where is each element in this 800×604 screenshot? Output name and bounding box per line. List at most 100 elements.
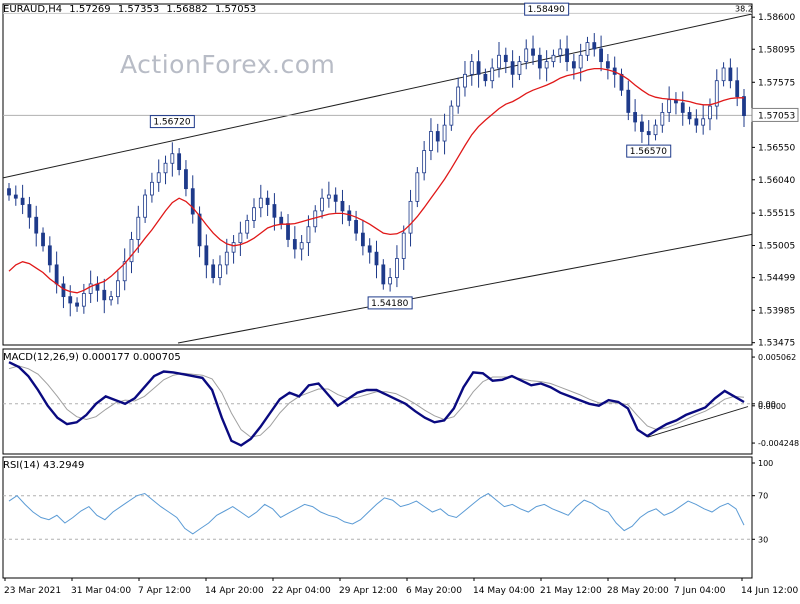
rsi-value: 43.2949 (42, 460, 85, 471)
candle-body (476, 61, 481, 75)
candle-body (61, 283, 66, 298)
candle-body (728, 67, 733, 82)
open-value: 1.57269 (69, 4, 111, 15)
candle-body (469, 61, 474, 75)
current-price-label: 1.57053 (758, 111, 795, 121)
candle-body (415, 172, 420, 202)
candle-body (497, 54, 501, 69)
candle-body (265, 197, 270, 205)
candle-body (422, 150, 427, 174)
fib-label: 38.2 (735, 4, 753, 13)
candle-body (735, 80, 740, 97)
candle-body (143, 194, 148, 218)
macd-panel-border (2, 348, 753, 455)
candle-body (585, 42, 590, 56)
macd-title: MACD(12,26,9) (3, 352, 79, 363)
candle-body (252, 207, 256, 221)
price-annotation-label: 1.54180 (371, 299, 408, 309)
candle-body (115, 280, 120, 298)
candle-body (13, 194, 18, 199)
candle-body (340, 200, 345, 212)
rsi-tick-label: 70 (758, 492, 768, 501)
candle-body (524, 48, 529, 63)
candle-body (204, 245, 209, 266)
rsi-title: RSI(14) (3, 460, 40, 471)
candle-body (463, 73, 467, 88)
price-tick-label: 1.55515 (758, 209, 795, 219)
candle-body (687, 112, 692, 120)
close-value: 1.57053 (214, 4, 257, 15)
candle-body (102, 289, 107, 301)
candle-body (238, 232, 243, 244)
candle-body (660, 112, 665, 126)
candle-body (163, 162, 168, 174)
candle-body (578, 54, 583, 69)
price-tick-label: 1.53475 (758, 339, 795, 349)
candle-body (646, 131, 651, 136)
price-annotation-label: 1.56570 (630, 147, 667, 157)
candle-body (537, 54, 542, 69)
price-tick-label: 1.53985 (758, 306, 795, 316)
candle-body (279, 216, 284, 224)
candle-body (224, 251, 229, 266)
candle-body (653, 124, 658, 136)
candle-body (503, 54, 508, 63)
candle-body (68, 296, 73, 304)
price-annotation-label: 1.58490 (528, 5, 565, 15)
candle-body (742, 96, 746, 117)
candle-body (367, 245, 372, 253)
price-tick-label: 1.58600 (758, 13, 795, 23)
chart-svg: 1.58600 1.58095 1.57575 1.57053 1.56550 1.560… (2, 2, 799, 596)
candle-body (592, 42, 597, 50)
candle-body (156, 172, 161, 183)
candle-body (197, 213, 202, 247)
main-panel-border (2, 3, 753, 346)
candle-body (150, 181, 154, 196)
candle-body (41, 232, 45, 247)
candle-body (531, 48, 535, 56)
candle-body (326, 194, 331, 199)
candle-body (88, 283, 93, 294)
time-tick-label: 14 May 04:00 (473, 586, 535, 596)
candle-body (54, 264, 59, 285)
candle-body (109, 296, 113, 301)
candle-body (374, 251, 379, 266)
price-annotation-label: 1.56720 (153, 118, 190, 128)
candle-body (408, 200, 413, 234)
candle-body (184, 169, 188, 190)
candle-body (708, 105, 712, 120)
macd-tick-label: 0.005062 (758, 353, 796, 362)
candle-body (517, 61, 522, 75)
candle-body (218, 264, 222, 278)
time-tick-label: 14 Jun 12:00 (741, 586, 798, 596)
candle-body (27, 204, 32, 218)
candle-body (435, 131, 440, 142)
candle-body (272, 204, 277, 218)
candle-body (34, 216, 39, 234)
candle-body (565, 48, 569, 63)
candle-body (680, 102, 685, 113)
candle-body (401, 232, 406, 259)
candle-body (7, 188, 11, 196)
candle-body (286, 223, 290, 240)
candle-body (694, 118, 699, 126)
rsi-header: RSI(14) 43.2949 (3, 460, 84, 471)
price-tick-label: 1.57575 (758, 78, 795, 88)
candle-body (558, 48, 563, 56)
low-value: 1.56882 (166, 4, 208, 15)
candle-body (667, 99, 672, 113)
candle-body (20, 197, 25, 205)
price-tick-label: 1.54499 (758, 274, 795, 284)
candle-body (75, 302, 79, 307)
high-value: 1.57353 (117, 4, 160, 15)
candle-body (306, 226, 311, 244)
candle-body (258, 197, 263, 209)
candle-body (640, 121, 644, 132)
time-tick-label: 22 Apr 04:00 (272, 586, 331, 596)
symbol-label: EURAUD,H4 (3, 4, 63, 15)
candle-body (388, 277, 393, 285)
price-tick-label: 1.58095 (758, 45, 795, 55)
time-tick-label: 14 Apr 20:00 (205, 586, 264, 596)
candle-body (626, 89, 631, 113)
candle-body (619, 73, 624, 91)
